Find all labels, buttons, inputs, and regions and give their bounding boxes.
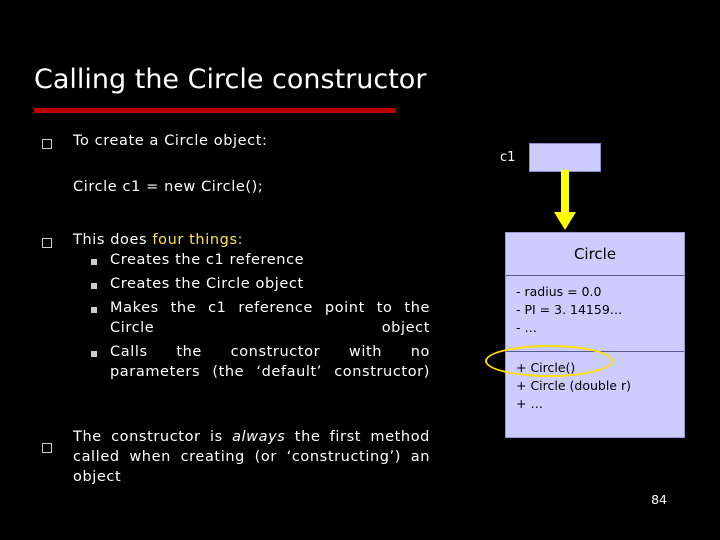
class-operation-2: + Circle (double r) <box>516 378 631 393</box>
class-diagram-box: Circle - radius = 0.0 - PI = 3. 14159… -… <box>505 232 685 438</box>
reference-arrow <box>552 170 578 232</box>
sub-bullet-marker-2 <box>91 283 97 289</box>
sub-bullet-marker-4 <box>91 351 97 357</box>
bullet-marker-3 <box>42 443 52 453</box>
title-underline-rule <box>34 108 396 113</box>
class-attributes: - radius = 0.0 - PI = 3. 14159… - … <box>516 283 622 337</box>
bullet-text-3-pre: The constructor is <box>73 429 233 445</box>
reference-variable-box <box>529 143 601 172</box>
code-line: Circle c1 = new Circle(); <box>73 179 264 195</box>
sub-bullet-text-3: Makes the c1 reference point to the Circ… <box>110 300 430 336</box>
arrow-icon <box>554 170 576 230</box>
bullet-text-2-lead: This does <box>73 232 153 248</box>
bullet-marker-2 <box>42 238 52 248</box>
sub-bullet-text-2: Creates the Circle object <box>110 276 304 292</box>
class-name-label: Circle <box>573 245 617 263</box>
bullet-text-3: The constructor is always the first meth… <box>73 427 430 487</box>
class-attribute-3: - … <box>516 320 537 335</box>
class-divider-1 <box>506 275 684 276</box>
reference-variable-label: c1 <box>500 150 516 165</box>
page-title: Calling the Circle constructor <box>34 64 427 95</box>
bullet-marker-1 <box>42 139 52 149</box>
class-operation-3: + … <box>516 396 543 411</box>
slide-number: 84 <box>651 492 667 507</box>
bullet-text-2-highlight: four things: <box>152 232 244 248</box>
bullet-text-2: This does four things: <box>73 230 243 250</box>
slide: Calling the Circle constructor To create… <box>0 0 720 540</box>
sub-bullet-text-1: Creates the c1 reference <box>110 252 305 268</box>
sub-bullet-text-4: Calls the constructor with no parameters… <box>110 344 430 380</box>
class-attribute-1: - radius = 0.0 <box>516 284 602 299</box>
class-attribute-2: - PI = 3. 14159… <box>516 302 623 317</box>
bullet-text-3-emphasis: always <box>232 429 286 445</box>
bullet-text-1: To create a Circle object: <box>73 133 268 149</box>
sub-bullet-marker-3 <box>91 307 97 313</box>
constructor-highlight-ellipse <box>485 345 613 377</box>
sub-bullet-marker-1 <box>91 259 97 265</box>
